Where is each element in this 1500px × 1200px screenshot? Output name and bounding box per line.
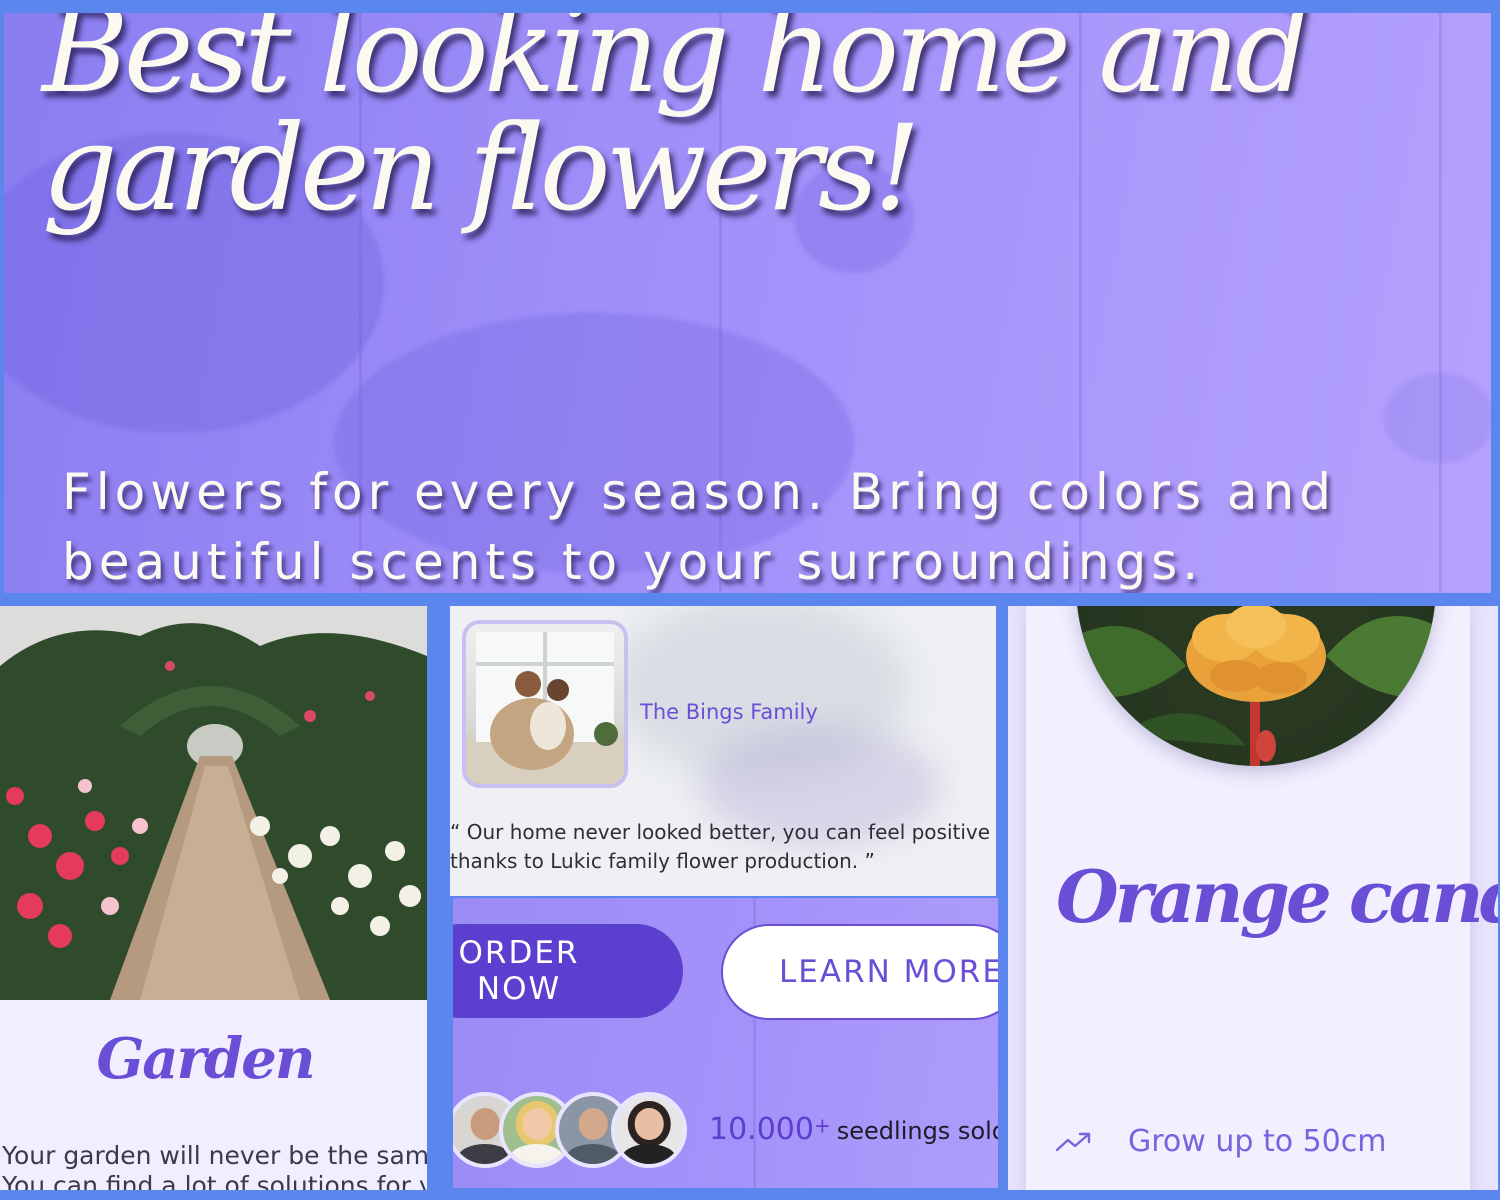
order-now-button[interactable]: ORDER NOW bbox=[453, 924, 683, 1018]
testimonial-quote-line: “ Our home never looked better, you can … bbox=[450, 820, 996, 844]
product-panel: Orange candy Grow up to 50cm bbox=[1008, 606, 1498, 1190]
flower-shadow bbox=[1384, 373, 1491, 463]
testimonial-author: The Bings Family bbox=[640, 700, 818, 724]
garden-description-line: You can find a lot of solutions for your bbox=[2, 1171, 427, 1190]
garden-card[interactable]: Garden Your garden will never be the sam… bbox=[0, 606, 427, 1190]
garden-title: Garden bbox=[96, 1026, 315, 1092]
product-name: Orange candy bbox=[1056, 854, 1498, 939]
avatar bbox=[611, 1092, 687, 1168]
garden-path-photo bbox=[0, 606, 427, 1000]
product-image bbox=[1076, 606, 1436, 766]
garden-description-line: Your garden will never be the same! bbox=[2, 1141, 427, 1170]
trending-up-icon bbox=[1056, 1132, 1091, 1151]
hero-subtitle: Flowers for every season. Bring colors a… bbox=[62, 463, 1336, 591]
testimonial-quote-line: thanks to Lukic family flower production… bbox=[450, 849, 875, 873]
hero-banner: Best looking home and garden flowers! Fl… bbox=[4, 13, 1491, 593]
seedlings-sold-number: 10.000 bbox=[709, 1112, 814, 1147]
call-to-action-section: ORDER NOW LEARN MORE 10.000+ seedlings so… bbox=[453, 898, 998, 1188]
testimonial-quote: “ Our home never looked better, you can … bbox=[450, 818, 996, 876]
seedlings-sold-plus: + bbox=[813, 1113, 831, 1138]
seedlings-sold-label: seedlings sold last bbox=[836, 1117, 998, 1145]
testimonial-card: The Bings Family “ Our home never looked… bbox=[450, 606, 996, 896]
hero-title: Best looking home and garden flowers! bbox=[42, 13, 1310, 237]
learn-more-button[interactable]: LEARN MORE bbox=[721, 924, 998, 1020]
seedlings-sold-stat: 10.000+seedlings sold last bbox=[709, 1112, 998, 1147]
product-feature-text: Grow up to 50cm bbox=[1128, 1124, 1387, 1159]
family-photo bbox=[462, 620, 628, 788]
product-feature: Grow up to 50cm bbox=[1056, 1124, 1387, 1159]
garden-description: Your garden will never be the same! You … bbox=[2, 1141, 427, 1190]
product-card[interactable]: Orange candy Grow up to 50cm bbox=[1026, 606, 1498, 1190]
